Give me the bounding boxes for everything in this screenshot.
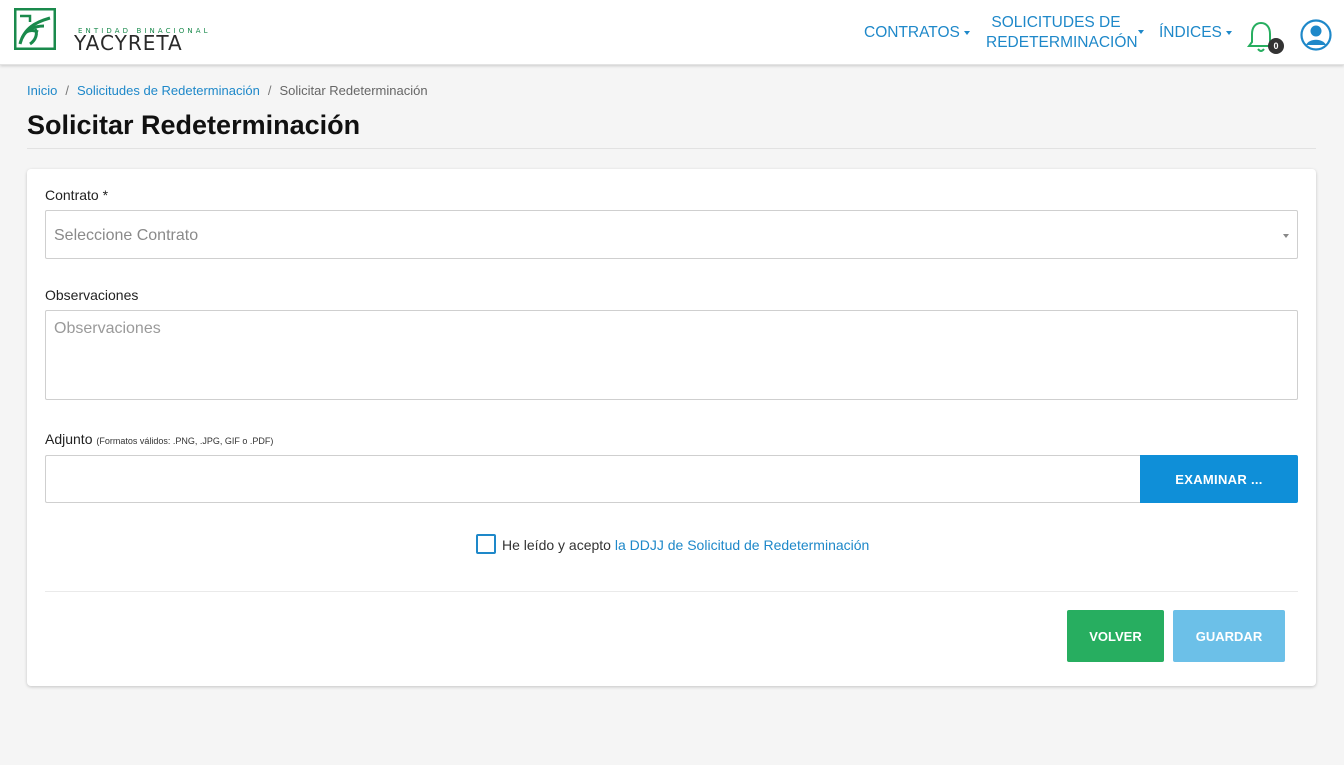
chevron-down-icon — [963, 30, 970, 35]
accept-ddjj-label: He leído y acepto — [502, 537, 611, 553]
chevron-down-icon — [1225, 30, 1232, 35]
ddjj-link[interactable]: la DDJJ de Solicitud de Redeterminación — [615, 537, 869, 553]
observaciones-textarea[interactable] — [45, 310, 1298, 400]
adjunto-label-text: Adjunto — [45, 431, 93, 447]
user-avatar-icon[interactable] — [1300, 19, 1332, 51]
accept-ddjj-text: He leído y acepto la DDJJ de Solicitud d… — [502, 537, 869, 553]
adjunto-format-hint: (Formatos válidos: .PNG, .JPG, GIF o .PD… — [96, 436, 274, 446]
page-title: Solicitar Redeterminación — [27, 110, 361, 140]
adjunto-label: Adjunto (Formatos válidos: .PNG, .JPG, G… — [45, 431, 273, 447]
nav-solicitudes-label-line1: SOLICITUDES DE — [991, 14, 1121, 31]
breadcrumb-home-link[interactable]: Inicio — [27, 83, 57, 98]
notification-count-badge: 0 — [1268, 38, 1284, 54]
contrato-select-placeholder: Seleccione Contrato — [54, 227, 199, 244]
yacyreta-logo[interactable]: ENTIDAD BINACIONAL YACYRETA — [14, 8, 214, 55]
nav-solicitudes-label-line2: REDETERMINACIÓN — [986, 34, 1138, 51]
nav-solicitudes-menu[interactable]: SOLICITUDES DE REDETERMINACIÓN — [986, 13, 1138, 53]
contrato-label: Contrato * — [45, 187, 109, 203]
adjunto-file-field[interactable] — [45, 455, 1141, 503]
nav-indices-label: ÍNDICES — [1159, 24, 1222, 41]
guardar-button[interactable]: GUARDAR — [1173, 610, 1285, 662]
nav-contratos-label: CONTRATOS — [864, 24, 960, 41]
breadcrumb: Inicio / Solicitudes de Redeterminación / So… — [27, 83, 428, 99]
title-divider — [27, 148, 1316, 149]
breadcrumb-section-link[interactable]: Solicitudes de Redeterminación — [77, 83, 260, 98]
solicitud-form-card: Contrato * Seleccione Contrato Observaci… — [27, 169, 1316, 686]
examinar-button[interactable]: EXAMINAR ... — [1140, 455, 1298, 503]
logo-name: YACYRETA — [74, 31, 183, 55]
chevron-down-icon — [1283, 234, 1289, 238]
breadcrumb-separator: / — [267, 83, 272, 98]
observaciones-label: Observaciones — [45, 287, 139, 303]
breadcrumb-current: Solicitar Redeterminación — [279, 83, 428, 98]
top-navbar: ENTIDAD BINACIONAL YACYRETA CONTRATOS SO… — [0, 0, 1344, 65]
volver-button[interactable]: VOLVER — [1067, 610, 1164, 662]
nav-indices-menu[interactable]: ÍNDICES — [1159, 23, 1232, 43]
form-divider — [45, 591, 1298, 592]
contrato-select[interactable]: Seleccione Contrato — [45, 210, 1298, 259]
nav-contratos-menu[interactable]: CONTRATOS — [864, 23, 970, 43]
chevron-down-icon[interactable] — [1138, 30, 1144, 34]
yacyreta-logo-icon — [14, 8, 56, 50]
breadcrumb-separator: / — [65, 83, 69, 98]
accept-ddjj-checkbox[interactable] — [476, 534, 496, 554]
